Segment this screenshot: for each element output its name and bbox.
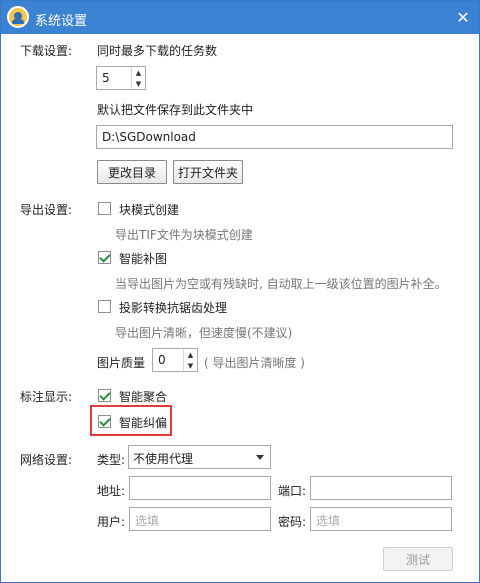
smart-aggregate-label: 智能聚合 bbox=[119, 390, 168, 404]
stepper-up-icon[interactable]: ▲ bbox=[184, 349, 197, 360]
stepper-arrows: ▲ ▼ bbox=[183, 349, 197, 371]
smart-fill-checkbox[interactable] bbox=[98, 251, 111, 264]
proxy-type-value: 不使用代理 bbox=[133, 452, 194, 466]
block-mode-hint: 导出TIF文件为块模式创建 bbox=[115, 228, 253, 242]
export-section-label: 导出设置: bbox=[20, 203, 73, 217]
block-mode-label: 块模式创建 bbox=[119, 203, 180, 217]
save-dir-label: 默认把文件保存到此文件夹中 bbox=[97, 103, 254, 117]
port-label: 端口: bbox=[278, 484, 307, 498]
settings-dialog: 系统设置 ✕ 下载设置: 同时最多下载的任务数 5 ▲ ▼ 默认把文件保存到此文… bbox=[0, 0, 480, 583]
quality-label: 图片质量 bbox=[97, 356, 146, 370]
antialias-checkbox[interactable] bbox=[98, 300, 111, 313]
smart-fill-label: 智能补图 bbox=[119, 252, 168, 266]
chevron-down-icon bbox=[256, 455, 264, 460]
proxy-type-label: 类型: bbox=[97, 453, 126, 467]
app-logo-icon bbox=[7, 6, 29, 28]
save-dir-field[interactable]: D:\SGDownload bbox=[96, 125, 453, 149]
close-icon[interactable]: ✕ bbox=[453, 7, 473, 27]
address-label: 地址: bbox=[97, 484, 126, 498]
smart-aggregate-checkbox[interactable] bbox=[98, 389, 111, 402]
change-dir-button[interactable]: 更改目录 bbox=[97, 160, 167, 184]
stepper-down-icon[interactable]: ▼ bbox=[132, 78, 145, 89]
quality-value: 0 bbox=[158, 353, 166, 367]
address-field[interactable] bbox=[129, 476, 271, 500]
password-field[interactable]: 选填 bbox=[310, 507, 452, 531]
window-title: 系统设置 bbox=[35, 14, 88, 29]
user-label: 用户: bbox=[97, 515, 126, 529]
max-tasks-value: 5 bbox=[102, 71, 110, 85]
annotation-section-label: 标注显示: bbox=[20, 390, 73, 404]
stepper-arrows: ▲ ▼ bbox=[131, 67, 145, 89]
open-folder-button[interactable]: 打开文件夹 bbox=[173, 160, 243, 184]
smart-fill-hint: 当导出图片为空或有残缺时, 自动取上一级该位置的图片补全。 bbox=[115, 277, 447, 291]
smart-correct-checkbox[interactable] bbox=[98, 415, 111, 428]
test-button[interactable]: 测试 bbox=[383, 547, 453, 571]
block-mode-checkbox[interactable] bbox=[98, 202, 111, 215]
quality-hint: ( 导出图片清晰度 ) bbox=[204, 356, 305, 370]
title-bar: 系统设置 ✕ bbox=[1, 1, 479, 34]
download-section-label: 下载设置: bbox=[20, 44, 73, 58]
proxy-type-select[interactable]: 不使用代理 bbox=[128, 445, 271, 469]
user-field[interactable]: 选填 bbox=[129, 507, 271, 531]
password-label: 密码: bbox=[278, 515, 307, 529]
max-tasks-stepper[interactable]: 5 ▲ ▼ bbox=[96, 66, 146, 90]
network-section-label: 网络设置: bbox=[20, 453, 73, 467]
quality-stepper[interactable]: 0 ▲ ▼ bbox=[152, 348, 198, 372]
max-tasks-label: 同时最多下载的任务数 bbox=[97, 44, 218, 58]
stepper-up-icon[interactable]: ▲ bbox=[132, 67, 145, 78]
antialias-hint: 导出图片清晰，但速度慢(不建议) bbox=[115, 326, 293, 340]
stepper-down-icon[interactable]: ▼ bbox=[184, 360, 197, 371]
port-field[interactable] bbox=[310, 476, 452, 500]
smart-correct-label: 智能纠偏 bbox=[119, 416, 168, 430]
antialias-label: 投影转换抗锯齿处理 bbox=[119, 301, 228, 315]
